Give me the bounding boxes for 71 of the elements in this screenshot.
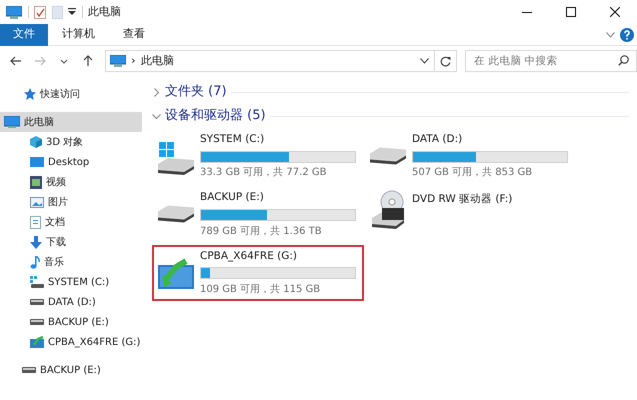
chevron-down-icon[interactable] — [420, 58, 429, 64]
drive-name: SYSTEM (C:) — [200, 132, 266, 147]
help-icon[interactable] — [620, 28, 634, 42]
drive-icon — [368, 147, 408, 166]
ribbon-tab[interactable]: 查看 — [109, 24, 159, 46]
drive-tile[interactable]: BACKUP (E:) 789 GB 可用，共 1.36 TB — [152, 186, 364, 242]
ribbon-tab[interactable]: 计算机 — [48, 24, 109, 46]
sidebar-item[interactable]: 图片 — [0, 192, 142, 212]
sidebar-item[interactable]: BACKUP (E:) — [0, 360, 142, 380]
sidebar-item[interactable]: 快速访问 — [0, 84, 142, 104]
properties-icon[interactable] — [34, 6, 46, 18]
sidebar-item[interactable]: 音乐 — [0, 252, 142, 272]
group-toggle[interactable] — [152, 88, 161, 96]
chevron-down-icon — [152, 112, 161, 120]
cube-icon — [30, 136, 42, 148]
document-icon — [30, 216, 41, 228]
path-separator: › — [131, 52, 136, 69]
sidebar-item[interactable]: Desktop — [0, 152, 142, 172]
sidebar-item[interactable]: DATA (D:) — [0, 292, 142, 312]
drive-tile[interactable]: CPBA_X64FRE (G:) 109 GB 可用，共 115 GB — [152, 244, 364, 301]
drive-icon — [22, 367, 36, 373]
sidebar-item[interactable]: 3D 对象 — [0, 132, 142, 152]
file-menu-button[interactable]: 文件 — [0, 24, 48, 46]
film-icon — [30, 176, 42, 188]
breadcrumb-item[interactable]: 此电脑 — [141, 52, 174, 70]
left-arrow-icon — [10, 55, 22, 67]
right-arrow-icon — [34, 55, 46, 67]
dropdown-icon[interactable] — [68, 8, 76, 16]
search-field[interactable]: 在 此电脑 中搜索 — [465, 50, 637, 72]
group-toggle[interactable] — [152, 112, 161, 120]
usb-drive-icon — [30, 336, 44, 348]
drive-name: CPBA_X64FRE (G:) — [200, 248, 298, 264]
drive-name: BACKUP (E:) — [200, 190, 265, 206]
drive-icon — [156, 205, 196, 224]
drive-tile[interactable]: DATA (D:) 507 GB 可用，共 853 GB — [364, 128, 576, 184]
window-title: 此电脑 — [88, 4, 121, 20]
drive-name: DATA (D:) — [412, 132, 464, 147]
drive-space-text: 33.3 GB 可用，共 77.2 GB — [200, 166, 328, 180]
refresh-icon[interactable] — [440, 56, 451, 66]
monitor-icon — [110, 55, 126, 67]
sidebar-item[interactable]: 此电脑 — [0, 112, 142, 132]
sidebar-item[interactable]: BACKUP (E:) — [0, 312, 142, 332]
drive-icon — [30, 319, 44, 325]
search-icon — [618, 55, 630, 66]
music-note-icon — [30, 256, 40, 268]
up-arrow-icon — [82, 55, 94, 67]
sidebar-item[interactable]: SYSTEM (C:) — [0, 272, 142, 292]
sidebar-item[interactable]: 下载 — [0, 232, 142, 252]
drive-icon — [30, 299, 44, 305]
maximize-icon — [566, 7, 576, 17]
sidebar-item[interactable]: 视频 — [0, 172, 142, 192]
drive-space-text: 109 GB 可用，共 115 GB — [200, 282, 322, 297]
drive-name: DVD RW 驱动器 (F:) — [412, 192, 512, 208]
drive-space-text: 789 GB 可用，共 1.36 TB — [200, 224, 323, 238]
down-arrow-icon — [30, 236, 42, 248]
star-icon — [24, 88, 36, 100]
drive-tile[interactable]: SYSTEM (C:) 33.3 GB 可用，共 77.2 GB — [152, 128, 364, 184]
desktop-icon — [30, 156, 44, 168]
drive-tile[interactable]: DVD RW 驱动器 (F:) — [364, 186, 576, 242]
monitor-icon — [6, 6, 22, 18]
sidebar-item[interactable]: CPBA_X64FRE (G:) — [0, 332, 142, 352]
close-icon — [610, 7, 620, 17]
group-header[interactable]: 设备和驱动器 (5) — [165, 106, 266, 126]
picture-icon — [30, 196, 44, 208]
address-bar[interactable]: › 此电脑 — [104, 50, 457, 72]
drive-icon — [30, 276, 44, 288]
sidebar-item[interactable]: 文档 — [0, 212, 142, 232]
group-header[interactable]: 文件夹 (7) — [165, 82, 227, 102]
drive-space-text: 507 GB 可用，共 853 GB — [412, 166, 534, 180]
monitor-icon — [4, 116, 20, 128]
chevron-right-icon — [152, 88, 161, 96]
